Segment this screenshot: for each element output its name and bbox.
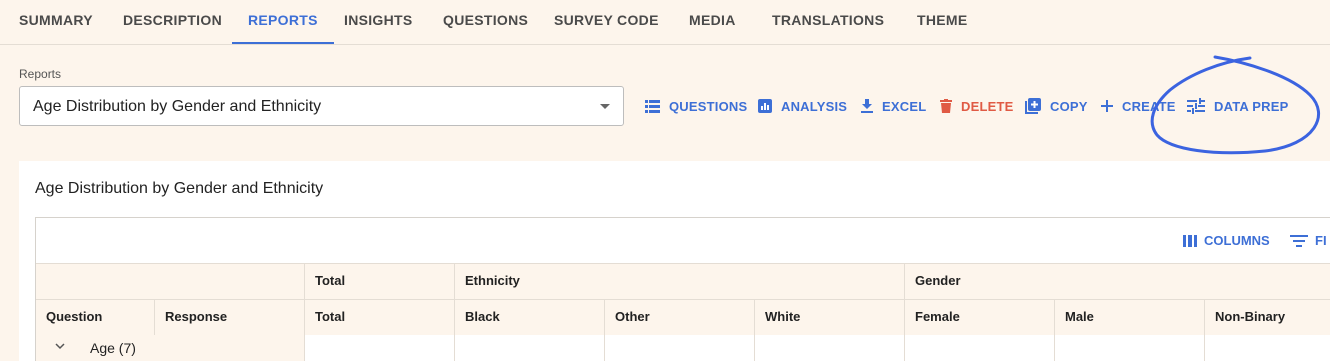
group-header-total: Total [304, 264, 454, 299]
question-group-cell: Age (7) [36, 335, 304, 361]
reports-select[interactable]: Age Distribution by Gender and Ethnicity [19, 86, 624, 126]
reports-select-label: Reports [19, 67, 62, 81]
column-header-row: Question Response Total Black Other Whit… [36, 299, 1330, 335]
columns-icon [1183, 234, 1197, 247]
report-title: Age Distribution by Gender and Ethnicity [35, 180, 324, 197]
tab-summary[interactable]: SUMMARY [19, 0, 93, 44]
reports-select-value: Age Distribution by Gender and Ethnicity [33, 98, 322, 115]
delete-button-label: DELETE [961, 98, 1014, 114]
excel-button[interactable]: EXCEL [861, 96, 926, 116]
cell-other [604, 335, 754, 361]
group-header-row: Total Ethnicity Gender [36, 263, 1330, 299]
columns-button-label: COLUMNS [1204, 233, 1270, 248]
copy-button[interactable]: COPY [1025, 96, 1088, 116]
cell-male [1054, 335, 1204, 361]
bar-chart-icon [758, 99, 772, 113]
filter-icon [1290, 234, 1308, 247]
column-header-black[interactable]: Black [454, 300, 604, 335]
table-row: Age (7) [36, 335, 1330, 361]
column-header-male[interactable]: Male [1054, 300, 1204, 335]
excel-button-label: EXCEL [882, 98, 927, 114]
cell-total [304, 335, 454, 361]
tab-insights[interactable]: INSIGHTS [344, 0, 413, 44]
tab-bar: SUMMARY DESCRIPTION REPORTS INSIGHTS QUE… [0, 0, 1330, 45]
group-header-empty [36, 264, 304, 299]
filters-button[interactable]: FI [1290, 233, 1327, 248]
tab-media[interactable]: MEDIA [689, 0, 736, 44]
questions-button[interactable]: QUESTIONS [645, 96, 747, 116]
delete-button[interactable]: DELETE [940, 96, 1013, 116]
caret-down-icon [600, 104, 610, 109]
tab-reports[interactable]: REPORTS [232, 0, 334, 44]
column-header-female[interactable]: Female [904, 300, 1054, 335]
cell-female [904, 335, 1054, 361]
column-header-question[interactable]: Question [36, 300, 154, 335]
tab-theme[interactable]: THEME [917, 0, 968, 44]
chevron-down-icon[interactable] [55, 343, 65, 350]
trash-icon [940, 99, 952, 113]
cell-white [754, 335, 904, 361]
analysis-button-label: ANALYSIS [781, 98, 848, 114]
column-header-white[interactable]: White [754, 300, 904, 335]
column-header-total[interactable]: Total [304, 300, 454, 335]
group-header-ethnicity: Ethnicity [454, 264, 904, 299]
list-icon [645, 99, 660, 113]
group-header-gender: Gender [904, 264, 1330, 299]
tab-translations[interactable]: TRANSLATIONS [772, 0, 884, 44]
plus-icon [1101, 100, 1113, 112]
copy-icon [1025, 98, 1041, 114]
cell-non-binary [1204, 335, 1330, 361]
annotation-circle [1150, 55, 1321, 155]
question-group-label: Age (7) [90, 340, 136, 356]
column-header-other[interactable]: Other [604, 300, 754, 335]
download-icon [861, 99, 873, 113]
tab-description[interactable]: DESCRIPTION [123, 0, 222, 44]
cell-black [454, 335, 604, 361]
report-panel: Age Distribution by Gender and Ethnicity… [19, 161, 1330, 361]
column-header-non-binary[interactable]: Non-Binary [1204, 300, 1330, 335]
columns-button[interactable]: COLUMNS [1183, 233, 1270, 248]
column-header-response[interactable]: Response [154, 300, 304, 335]
analysis-button[interactable]: ANALYSIS [758, 96, 847, 116]
questions-button-label: QUESTIONS [669, 98, 748, 114]
tab-survey-code[interactable]: SURVEY CODE [554, 0, 659, 44]
filters-button-label: FI [1315, 233, 1327, 248]
copy-button-label: COPY [1050, 98, 1088, 114]
report-grid: COLUMNS FI Total Ethnicity Gender Questi… [35, 217, 1330, 361]
tab-questions[interactable]: QUESTIONS [443, 0, 528, 44]
